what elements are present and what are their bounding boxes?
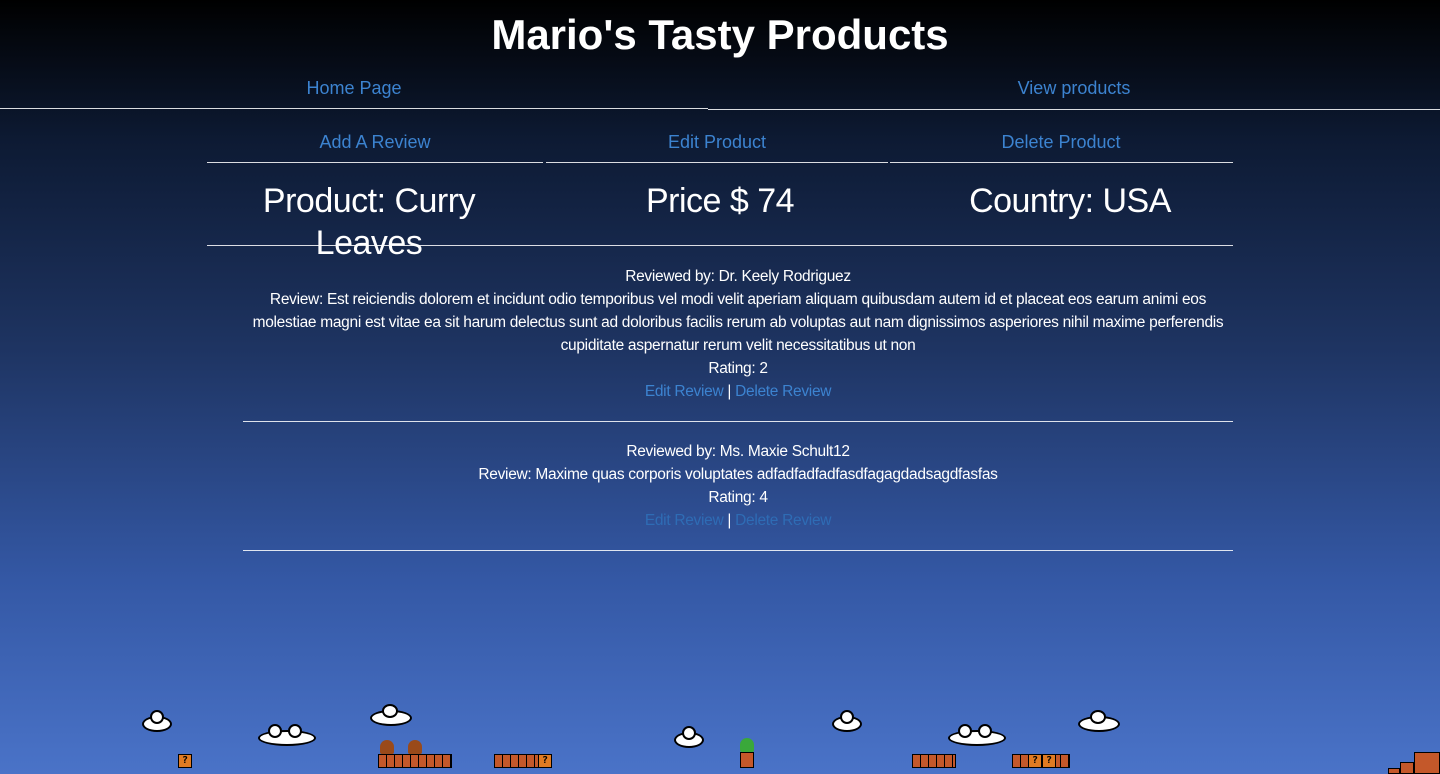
- question-block-icon: ?: [538, 754, 552, 768]
- review-rating: Rating: 4: [708, 489, 768, 506]
- review-rating: Rating: 2: [708, 360, 768, 377]
- brick-row-icon: [494, 754, 540, 768]
- brick-row-icon: [378, 754, 452, 768]
- question-block-icon: ?: [1042, 754, 1056, 768]
- nav-divider-left: [0, 108, 708, 109]
- product-country: Country: USA: [969, 182, 1171, 220]
- piranha-plant-icon: [740, 738, 754, 752]
- review-item: Reviewed by: Dr. Keely Rodriguez Review:…: [243, 265, 1233, 403]
- review-reviewer: Reviewed by: Ms. Maxie Schult12: [626, 443, 850, 460]
- product-divider: [207, 245, 1233, 246]
- stairs-icon: [1400, 762, 1414, 774]
- view-products-link[interactable]: View products: [974, 76, 1174, 100]
- delete-review-link[interactable]: Delete Review: [735, 383, 831, 400]
- goomba-icon: [380, 740, 394, 754]
- review-link-separator: |: [727, 383, 732, 400]
- delete-review-link[interactable]: Delete Review: [735, 512, 831, 529]
- mario-scene-background: ? ? ? ?: [0, 690, 1440, 774]
- add-review-link[interactable]: Add A Review: [275, 130, 475, 154]
- action-divider-2: [546, 162, 888, 163]
- delete-product-link[interactable]: Delete Product: [961, 130, 1161, 154]
- review-reviewer: Reviewed by: Dr. Keely Rodriguez: [625, 268, 851, 285]
- edit-review-link[interactable]: Edit Review: [645, 512, 724, 529]
- question-block-icon: ?: [1028, 754, 1042, 768]
- action-divider-1: [207, 162, 543, 163]
- site-title: Mario's Tasty Products: [491, 11, 949, 58]
- product-name: Product: Curry Leaves: [262, 182, 476, 262]
- review-actions: Edit Review | Delete Review: [243, 380, 1233, 403]
- review-actions: Edit Review | Delete Review: [243, 509, 1233, 532]
- review-text: Review: Est reiciendis dolorem et incidu…: [252, 291, 1224, 354]
- action-divider-3: [890, 162, 1233, 163]
- edit-product-link[interactable]: Edit Product: [617, 130, 817, 154]
- goomba-icon: [408, 740, 422, 754]
- review-divider: [243, 421, 1233, 422]
- edit-review-link[interactable]: Edit Review: [645, 383, 724, 400]
- home-page-link[interactable]: Home Page: [254, 76, 454, 100]
- question-block-icon: ?: [178, 754, 192, 768]
- brick-row-icon: [912, 754, 956, 768]
- review-text: Review: Maxime quas corporis voluptates …: [478, 466, 998, 483]
- stairs-icon: [1414, 752, 1440, 774]
- product-price: Price $ 74: [645, 182, 795, 220]
- pipe-icon: [740, 752, 754, 768]
- review-link-separator: |: [727, 512, 732, 529]
- stairs-icon: [1388, 768, 1400, 774]
- review-divider: [243, 550, 1233, 551]
- review-item: Reviewed by: Ms. Maxie Schult12 Review: …: [243, 440, 1233, 532]
- nav-divider-right: [708, 109, 1440, 110]
